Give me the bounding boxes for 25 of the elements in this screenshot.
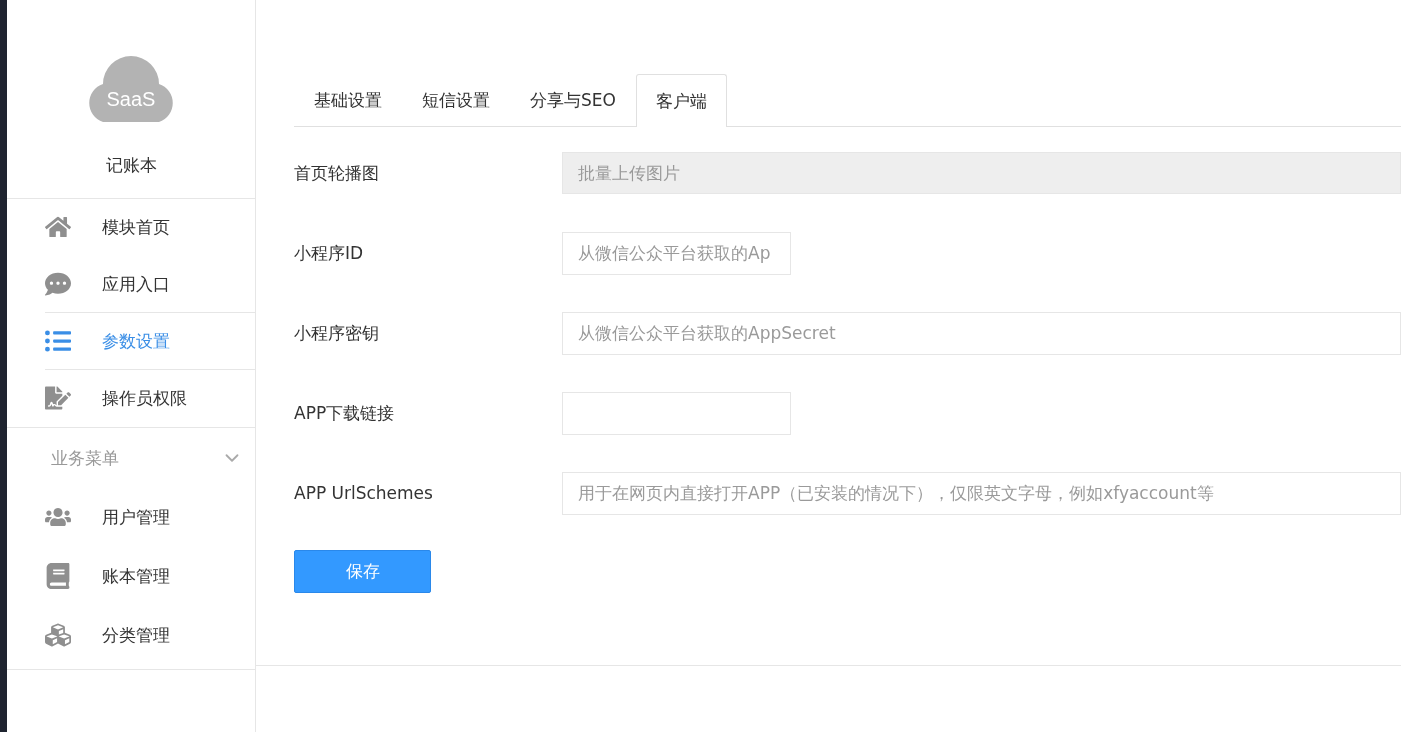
text-field[interactable]: 从微信公众平台获取的Ap: [562, 231, 791, 275]
field-label: APP UrlSchemes: [294, 483, 434, 503]
section-title: 业务菜单: [51, 446, 119, 470]
app-name: 记账本: [105, 154, 157, 177]
field-label: 首页轮播图: [294, 161, 380, 185]
nav-item[interactable]: 用户管理: [45, 488, 255, 547]
field-label: 小程序ID: [294, 241, 365, 265]
text-field[interactable]: 用于在网页内直接打开APP（已安装的情况下），仅限英文字母，例如xfyaccount等: [562, 471, 1401, 515]
cubes-icon: [45, 622, 71, 648]
tab[interactable]: 客户端: [635, 74, 727, 127]
chat-icon: [45, 271, 71, 297]
text-field[interactable]: 从微信公众平台获取的AppSecret: [562, 311, 1401, 355]
nav-item[interactable]: 参数设置: [45, 313, 255, 370]
nav-item[interactable]: 操作员权限: [45, 370, 255, 427]
book-icon: [45, 563, 71, 589]
field-label: APP下载链接: [294, 401, 396, 425]
list-icon: [45, 328, 71, 354]
nav-item[interactable]: 模块首页: [45, 199, 255, 256]
field-label: 小程序密钥: [294, 321, 380, 345]
nav-item[interactable]: 账本管理: [45, 547, 255, 606]
nav-item[interactable]: 应用入口: [45, 256, 255, 313]
text-field[interactable]: [562, 391, 791, 435]
document-edit-icon: [45, 385, 71, 411]
home-icon: [45, 214, 71, 240]
nav-item[interactable]: 分类管理: [45, 606, 255, 665]
